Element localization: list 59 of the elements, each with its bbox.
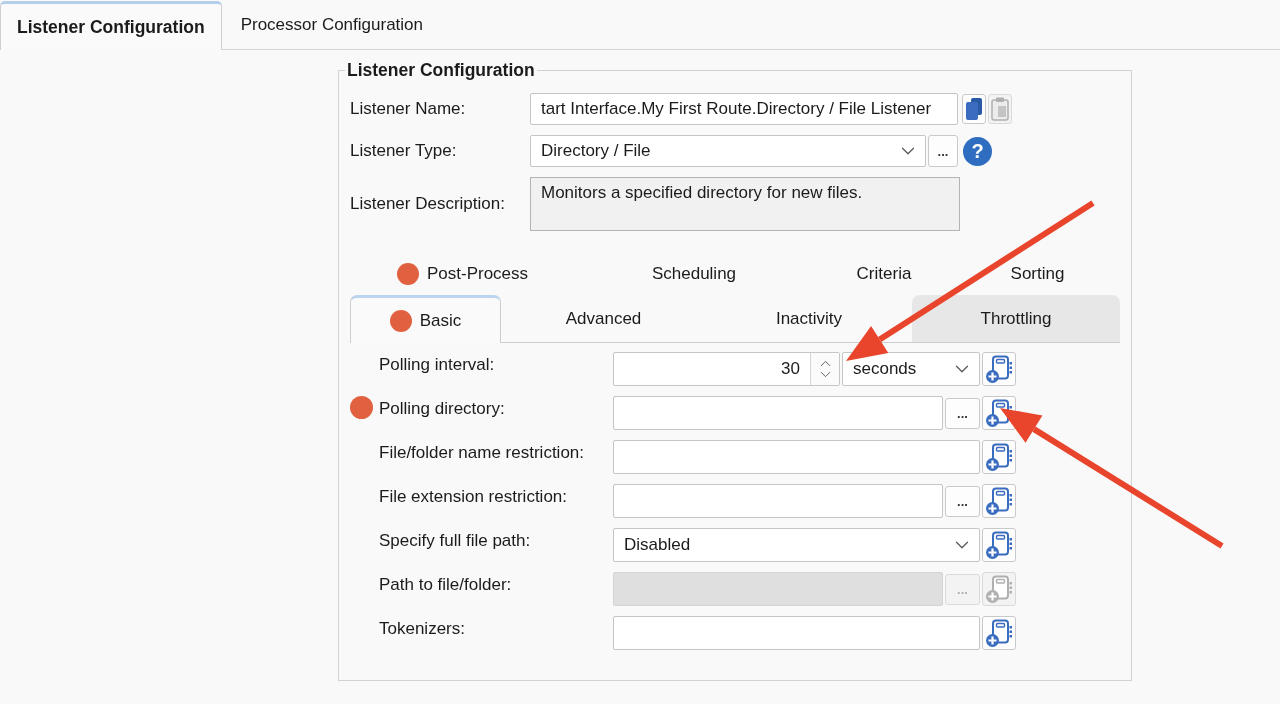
tab[interactable]: Criteria [813,256,955,292]
tab-label: Basic [419,310,462,331]
tab[interactable]: Listener Configuration [0,1,222,50]
input-field[interactable] [613,440,980,474]
field-label: Listener Name: [350,99,467,119]
browse-button[interactable]: ... [945,397,980,429]
input-field[interactable] [613,616,980,650]
tab-label: Throttling [980,308,1052,329]
tab-label: Scheduling [651,264,737,284]
group-title: Listener Configuration [346,60,536,81]
notebook-add-button[interactable] [982,616,1016,650]
field-label: File extension restriction: [379,486,569,507]
notebook-plus-icon [986,575,1012,603]
notebook-add-button[interactable] [982,352,1016,386]
description-field[interactable]: Monitors a specified directory for new files. [530,177,960,231]
field-label: Listener Description: [350,194,506,214]
spin-button[interactable] [810,353,839,385]
tab-label: Inactivity [775,308,843,329]
field-label: Polling interval: [379,354,496,375]
field-label: File/folder name restriction: [379,442,586,463]
input-field[interactable]: tart Interface.My First Route.Directory / File Listener [530,93,958,125]
number-value: 30 [780,358,801,380]
tab[interactable]: Throttling [912,295,1120,342]
tab-label: Criteria [856,264,912,284]
unit-dropdown[interactable]: seconds [842,352,980,386]
help-button[interactable]: ? [963,136,992,166]
field-label: Path to file/folder: [379,574,513,595]
notebook-add-button[interactable] [982,484,1016,518]
notebook-plus-icon [986,443,1012,471]
tab-label: Post-Process [426,264,529,284]
dropdown-field[interactable]: Disabled [613,528,980,562]
notebook-plus-icon [986,619,1012,647]
tab[interactable]: Inactivity [706,295,912,342]
tab-label: Sorting [1010,264,1065,284]
notebook-add-button[interactable] [982,528,1016,562]
notebook-plus-icon [986,531,1012,559]
field-label: Tokenizers: [379,618,466,639]
field-label: Polling directory: [379,398,506,419]
tab[interactable]: Basic [350,295,501,343]
notebook-add-button[interactable] [982,440,1016,474]
clipboard-icon [991,97,1009,121]
tab[interactable]: Sorting [955,256,1120,292]
tab[interactable]: Processor Configuration [221,0,442,49]
tab-label: Advanced [565,308,642,329]
browse-button[interactable]: ... [928,135,958,167]
copy-icon [966,98,982,120]
copy-button[interactable] [962,94,986,124]
tab[interactable]: Scheduling [575,256,813,292]
dropdown-field[interactable]: Directory / File [530,135,926,167]
notebook-plus-icon [986,487,1012,515]
notebook-plus-icon [986,355,1012,383]
field-label: Listener Type: [350,141,458,161]
number-field[interactable]: 30 [613,352,840,386]
tab[interactable]: Post-Process [350,256,575,292]
input-field[interactable] [613,484,943,518]
tab[interactable]: Advanced [501,295,706,342]
field-label: Specify full file path: [379,530,532,551]
input-field[interactable] [613,396,943,430]
browse-button[interactable]: ... [945,485,980,517]
